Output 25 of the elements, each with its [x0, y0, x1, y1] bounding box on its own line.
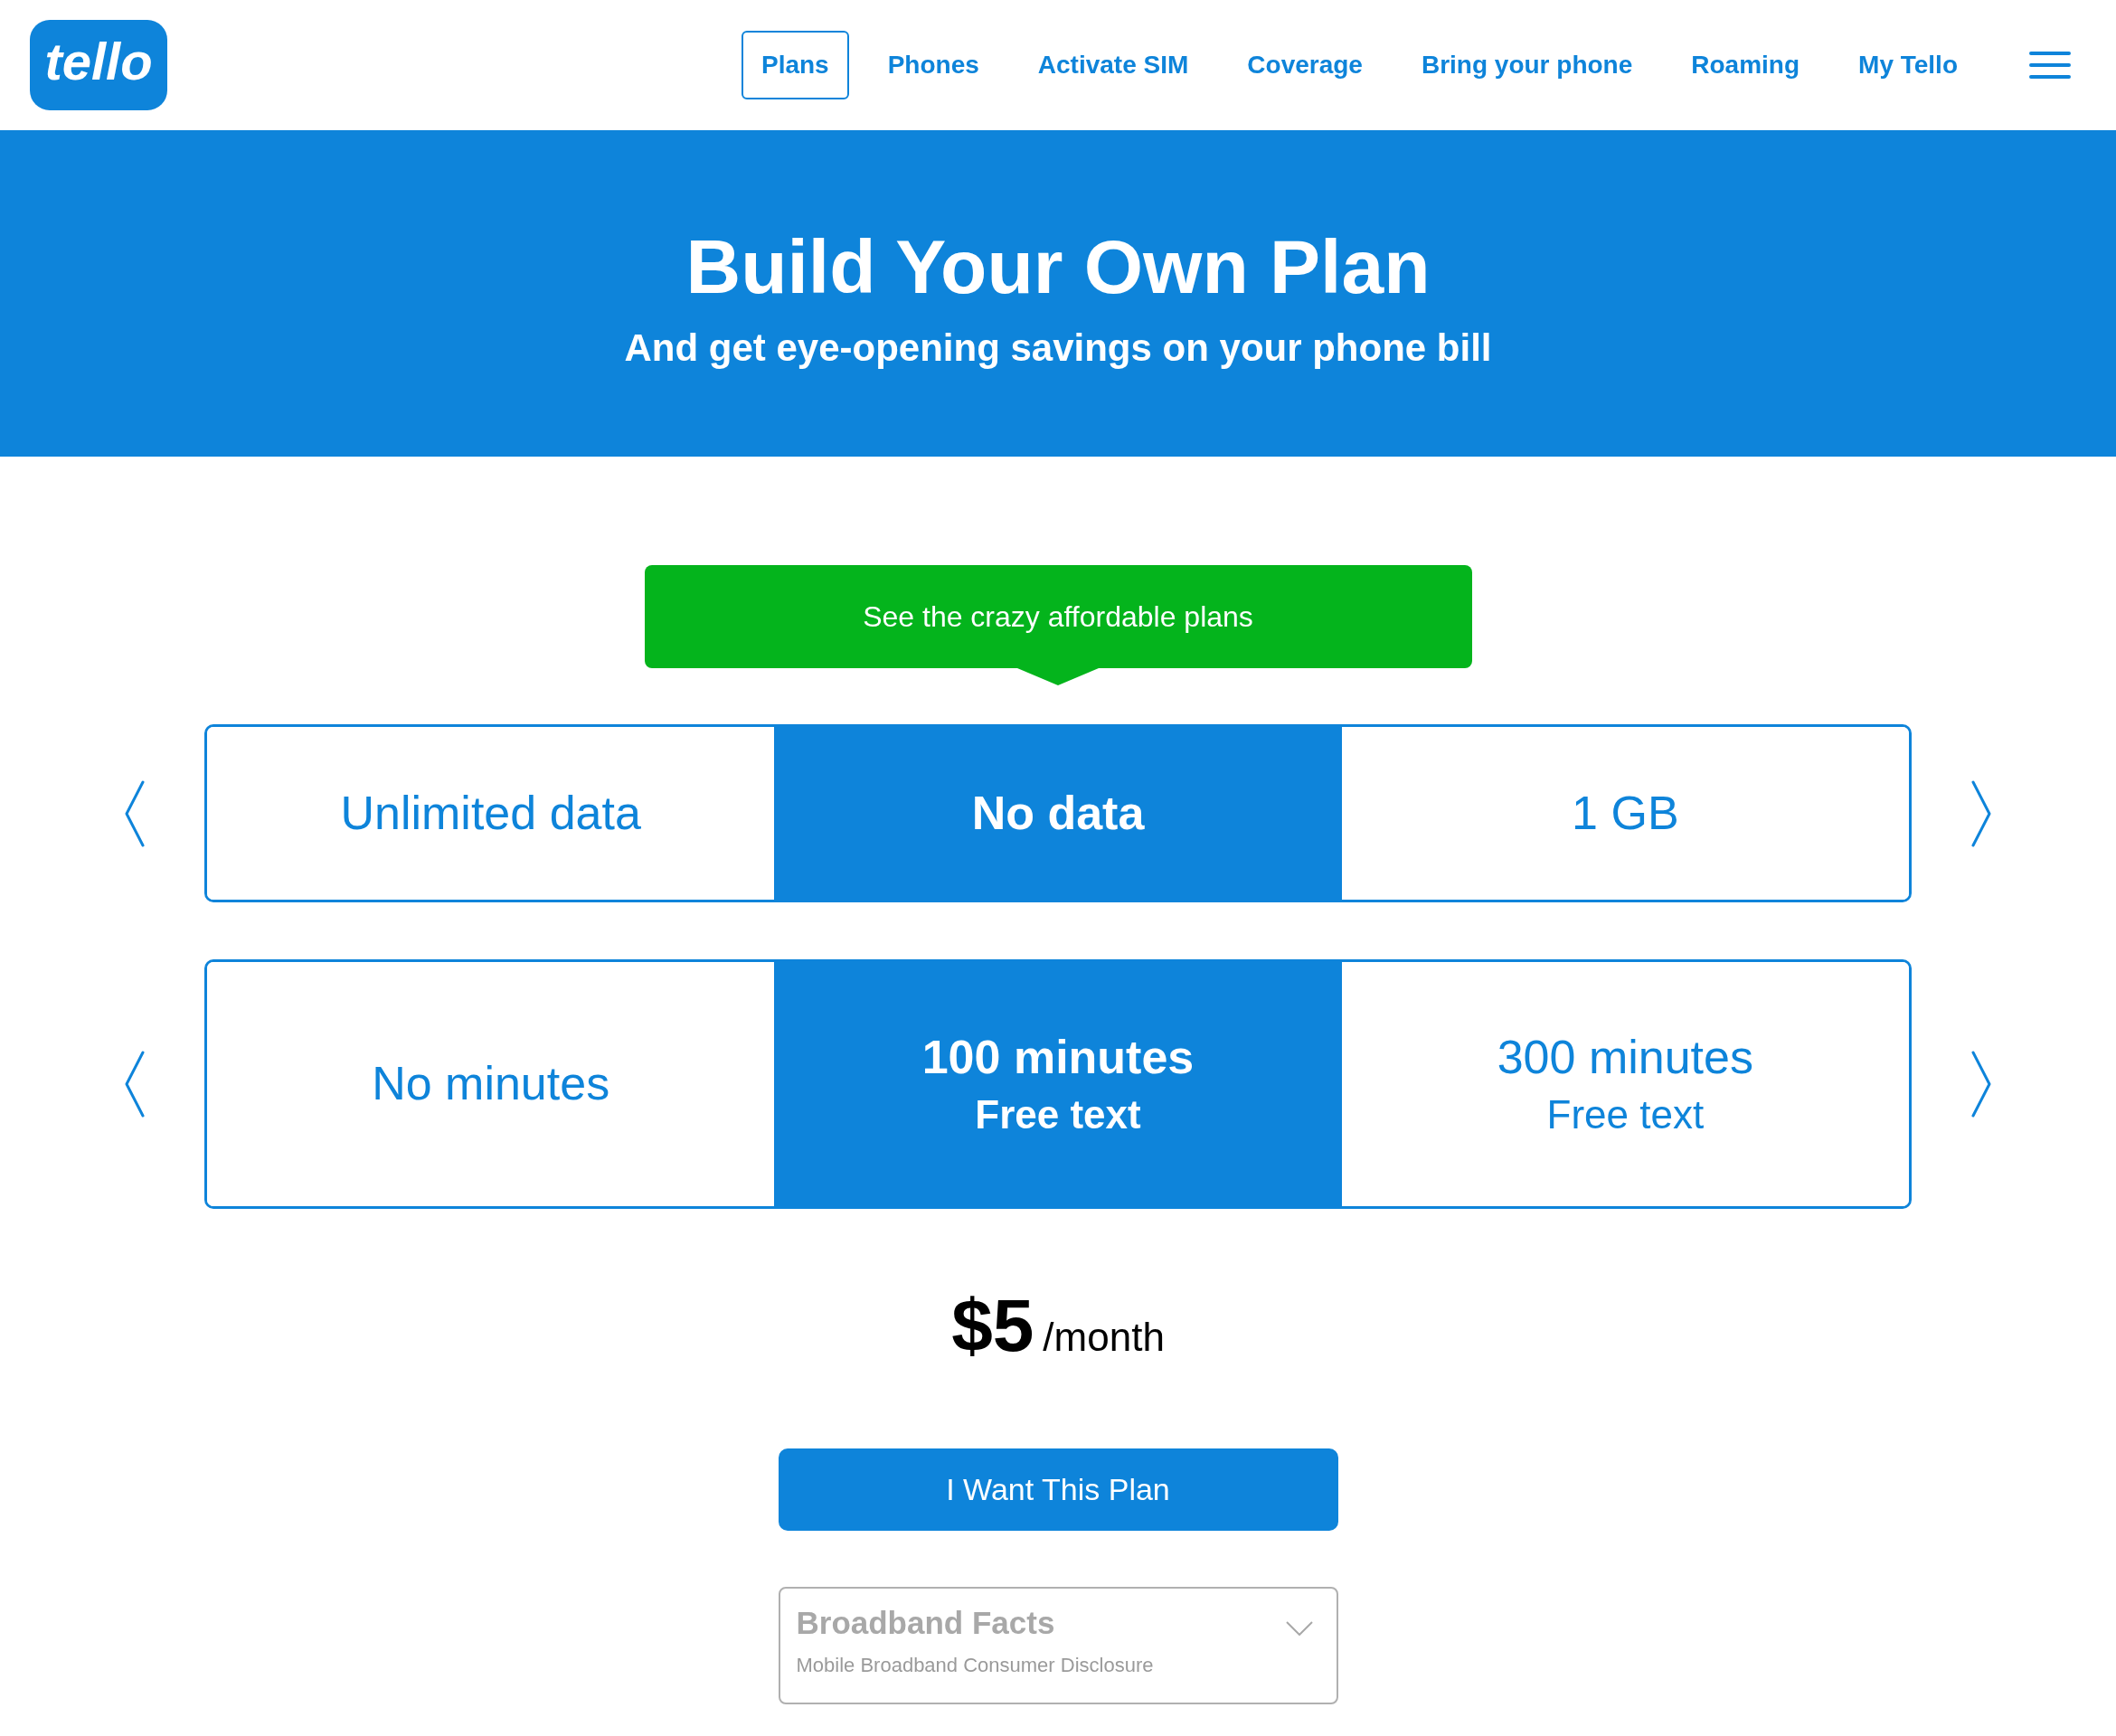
broadband-facts-title: Broadband Facts — [796, 1605, 1056, 1642]
chevron-right-icon — [1971, 1051, 1991, 1118]
callout-banner: See the crazy affordable plans — [644, 565, 1472, 685]
nav-link[interactable]: Plans — [742, 31, 849, 99]
price-amount: $5 — [951, 1288, 1034, 1363]
plan-option[interactable]: 100 minutes Free text — [774, 962, 1342, 1206]
plan-option[interactable]: No data — [774, 727, 1342, 900]
nav-link[interactable]: Activate SIM — [1017, 31, 1209, 99]
banner-subtitle: And get eye-opening savings on your phone bill — [624, 325, 1492, 371]
logo[interactable]: tello — [30, 20, 167, 110]
chevron-left-icon — [125, 779, 145, 847]
banner-title: Build Your Own Plan — [685, 225, 1431, 309]
want-plan-button[interactable]: I Want This Plan — [778, 1448, 1338, 1531]
chevron-left-icon — [125, 1051, 145, 1118]
broadband-facts-subtitle: Mobile Broadband Consumer Disclosure — [796, 1654, 1154, 1678]
nav-link[interactable]: Bring your phone — [1401, 31, 1653, 99]
nav-link[interactable]: Roaming — [1671, 31, 1820, 99]
nav-link[interactable]: Coverage — [1227, 31, 1383, 99]
menu-icon — [2029, 52, 2071, 79]
price-period: /month — [1043, 1317, 1165, 1357]
nav-link[interactable]: Phones — [867, 31, 999, 99]
menu-button[interactable] — [2029, 52, 2071, 79]
nav-link[interactable]: My Tello — [1838, 31, 1978, 99]
broadband-facts-toggle[interactable]: Broadband Facts Mobile Broadband Consumer Disclosure — [778, 1587, 1338, 1704]
chevron-right-icon — [1971, 779, 1991, 847]
